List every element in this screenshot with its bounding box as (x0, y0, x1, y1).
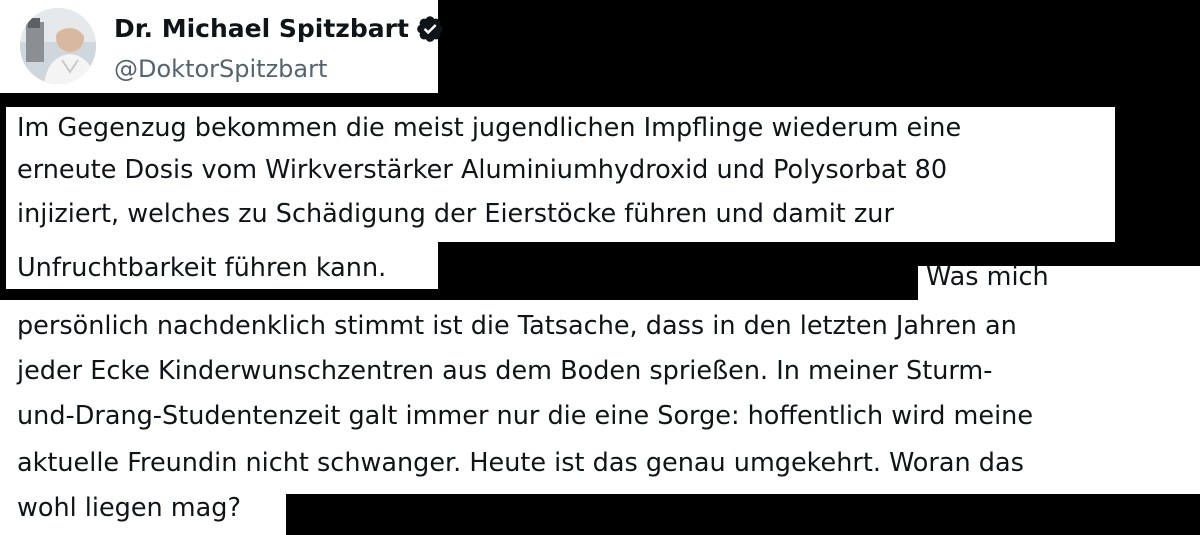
verified-badge-icon (415, 14, 445, 44)
redaction-bar-right-upper (1115, 93, 1200, 255)
redaction-bar-bottom (286, 494, 1200, 535)
tweet-text-line: Unfruchtbarkeit führen kann. (17, 253, 387, 283)
tweet-text-line: und-Drang-Studentenzeit galt immer nur d… (17, 401, 1034, 431)
tweet-text-line: aktuelle Freundin nicht schwanger. Heute… (17, 448, 1024, 478)
author-name[interactable]: Dr. Michael Spitzbart (114, 12, 445, 46)
author-handle[interactable]: @DoktorSpitzbart (114, 53, 327, 85)
tweet-text-line: Im Gegenzug bekommen die meist jugendlic… (17, 113, 962, 143)
redaction-bar-underline (0, 289, 918, 300)
author-name-text: Dr. Michael Spitzbart (114, 14, 409, 43)
profile-photo (20, 8, 96, 84)
tweet-text-line: jeder Ecke Kinderwunschzentren aus dem B… (17, 356, 993, 386)
redaction-bar-header-left (0, 93, 1200, 107)
avatar[interactable] (20, 8, 96, 84)
tweet-text-line: erneute Dosis vom Wirkverstärker Alumini… (17, 155, 948, 185)
tweet-text-line: persönlich nachdenklich stimmt ist die T… (17, 311, 1017, 341)
redaction-bar-top-right (438, 0, 1200, 99)
tweet-text-line: wohl liegen mag? (17, 493, 241, 523)
tweet-text-line: Was mich (926, 262, 1049, 292)
tweet-text-line: injiziert, welches zu Schädigung der Eie… (17, 199, 894, 229)
redaction-bar-left-strip (0, 93, 6, 299)
